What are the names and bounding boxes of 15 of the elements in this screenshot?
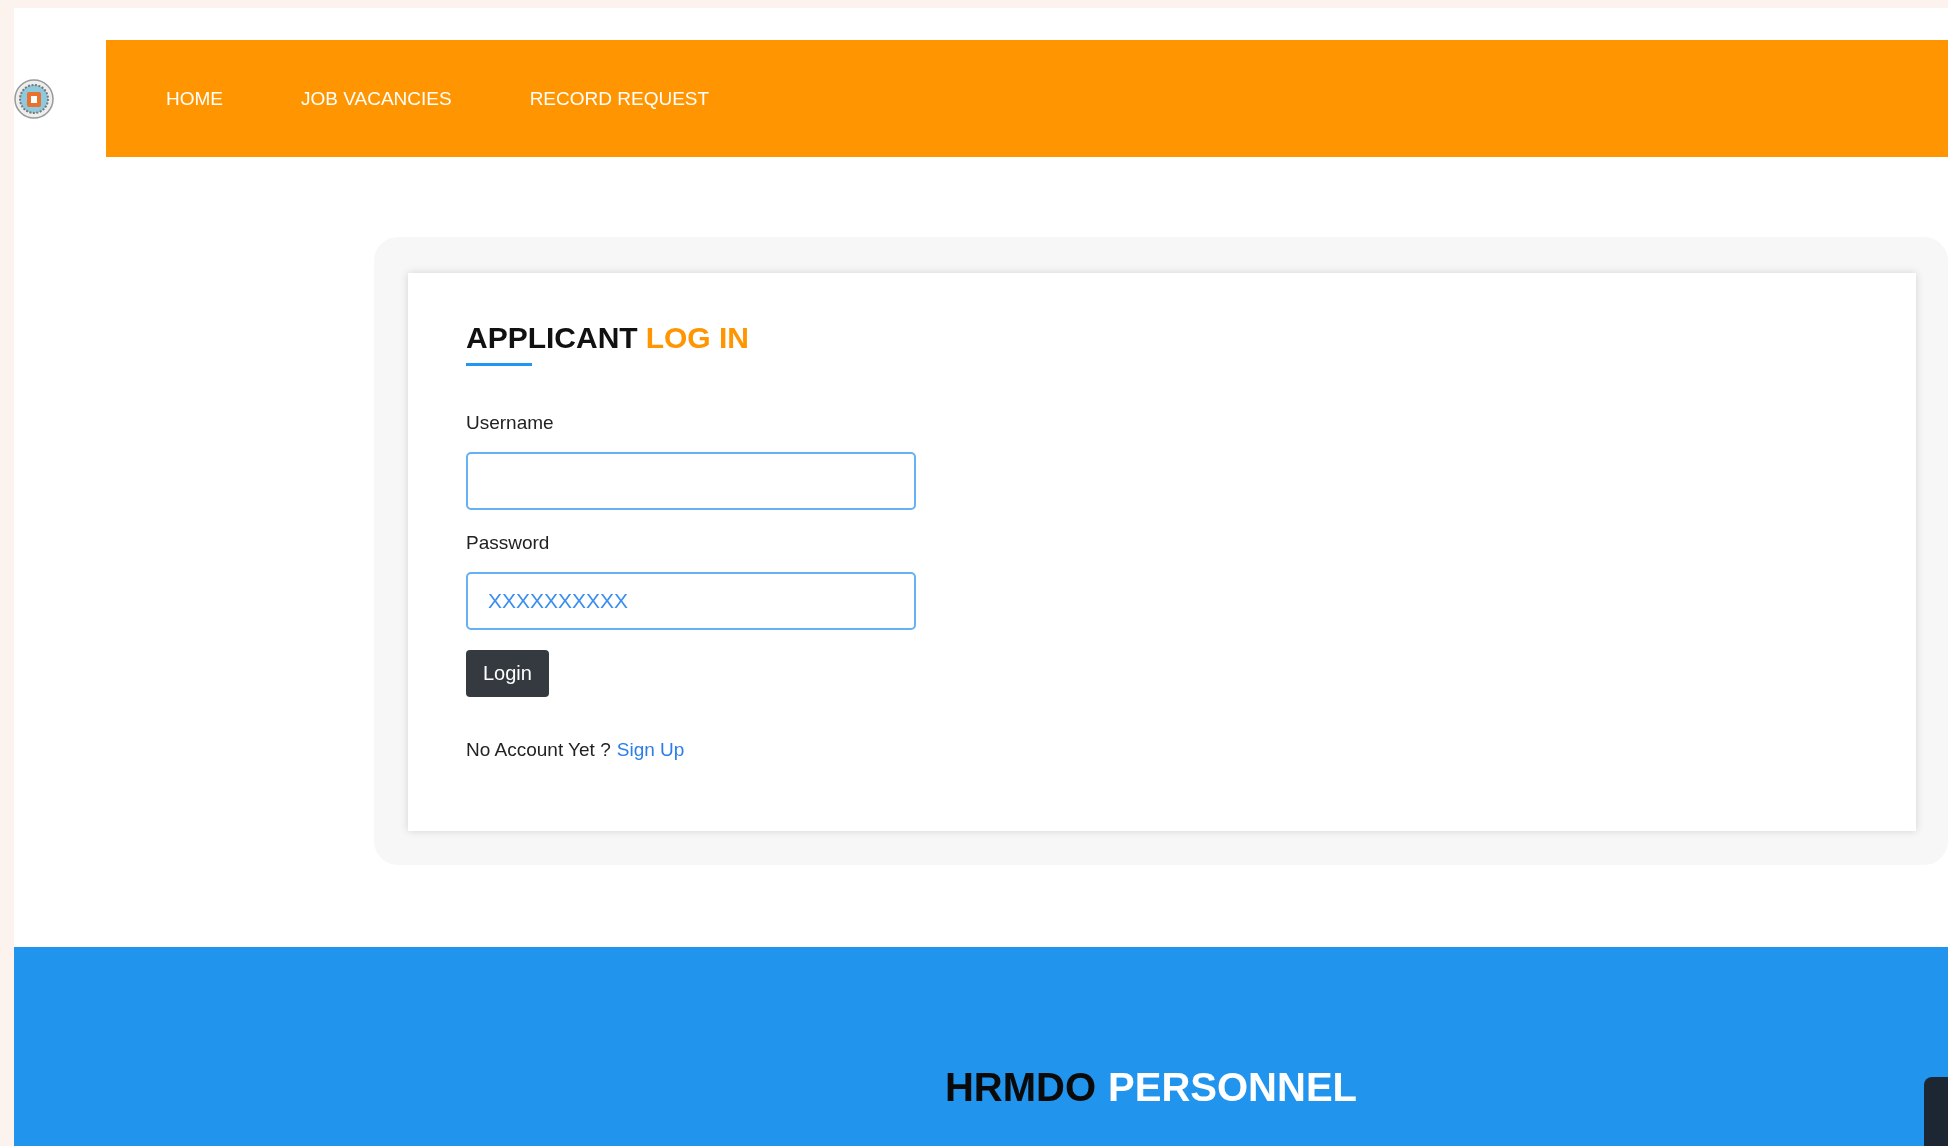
login-button[interactable]: Login: [466, 650, 549, 697]
field-label: Username: [466, 412, 554, 434]
login-title: APPLICANT: [466, 321, 638, 355]
signup-link[interactable]: Sign Up: [616, 739, 685, 761]
title-underline: [466, 363, 532, 366]
input-field[interactable]: XXXXXXXXXX: [466, 572, 916, 630]
login-title-accent: LOG IN: [645, 321, 749, 355]
footer-title: HRMDO: [945, 1065, 1097, 1111]
nav-link[interactable]: RECORD REQUEST: [529, 87, 710, 110]
footer-title-accent: PERSONNEL: [1108, 1065, 1357, 1111]
signup-prompt: No Account Yet ?: [466, 739, 611, 761]
field-label: Password: [466, 532, 550, 554]
nav-link[interactable]: HOME: [166, 87, 223, 110]
nav-link[interactable]: JOB VACANCIES: [301, 87, 452, 110]
input-field[interactable]: [466, 452, 916, 510]
